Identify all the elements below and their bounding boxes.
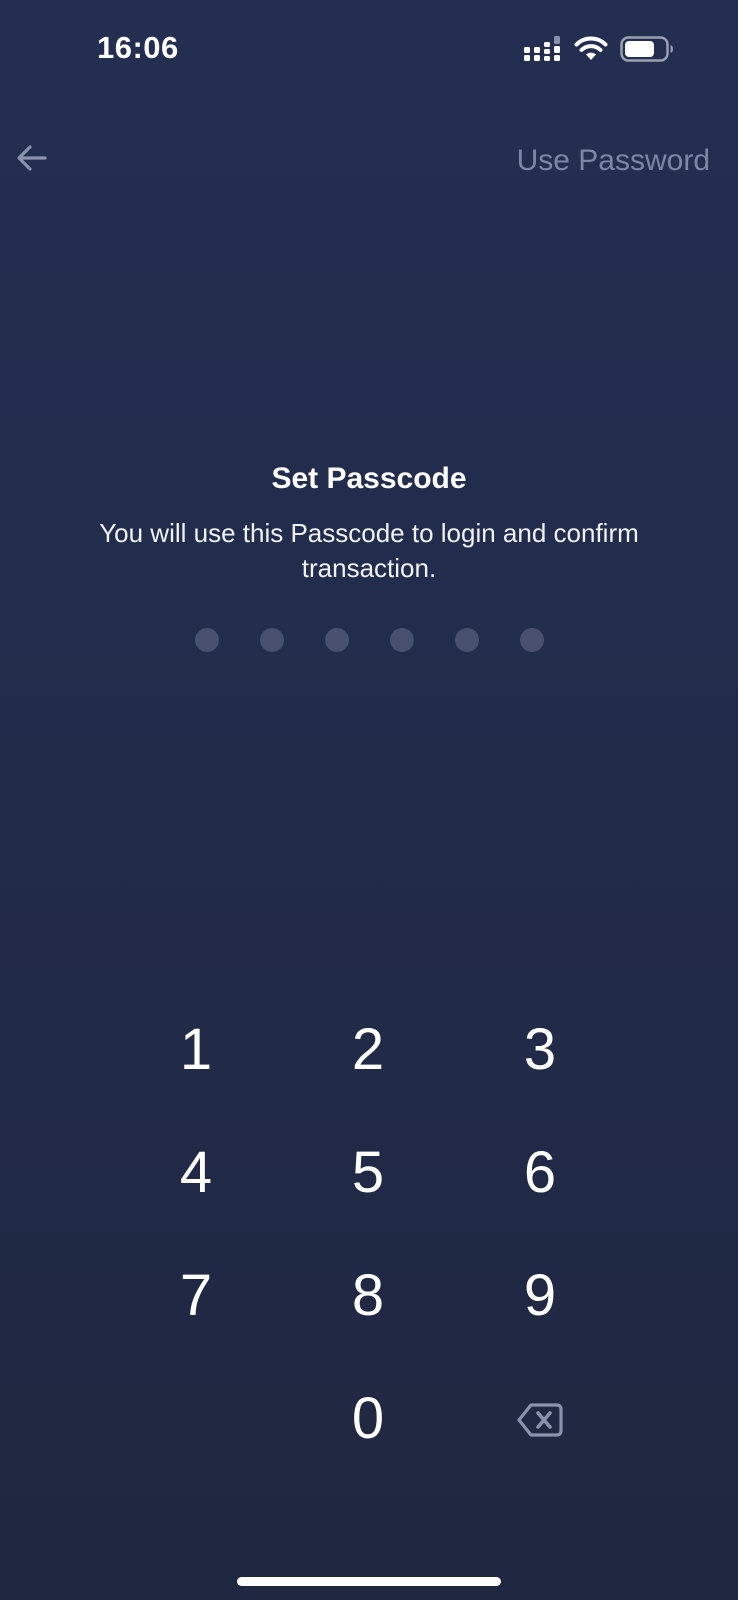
keypad-key-6[interactable]: 6 xyxy=(454,1111,626,1234)
passcode-dots xyxy=(0,628,738,652)
keypad-key-2[interactable]: 2 xyxy=(282,988,454,1111)
keypad-key-3[interactable]: 3 xyxy=(454,988,626,1111)
signal-icon xyxy=(524,36,562,62)
number-keypad: 123 456 7890 xyxy=(110,988,626,1480)
keypad-key-0[interactable]: 0 xyxy=(282,1357,454,1480)
status-time: 16:06 xyxy=(97,30,179,65)
backspace-button[interactable] xyxy=(454,1357,626,1480)
backspace-icon xyxy=(517,1385,563,1452)
keypad-key-1[interactable]: 1 xyxy=(110,988,282,1111)
battery-icon xyxy=(620,36,674,62)
passcode-header: Set Passcode You will use this Passcode … xyxy=(0,462,738,586)
page-subtitle: You will use this Passcode to login and … xyxy=(99,518,639,583)
arrow-left-icon xyxy=(16,144,48,177)
passcode-dot xyxy=(454,628,479,652)
passcode-dot xyxy=(324,628,349,652)
page-title: Set Passcode xyxy=(271,462,467,495)
use-password-link[interactable]: Use Password xyxy=(517,144,710,178)
keypad-key-7[interactable]: 7 xyxy=(110,1234,282,1357)
keypad-empty-slot xyxy=(110,1357,282,1480)
passcode-dot xyxy=(389,628,414,652)
keypad-key-5[interactable]: 5 xyxy=(282,1111,454,1234)
keypad-key-9[interactable]: 9 xyxy=(454,1234,626,1357)
keypad-key-4[interactable]: 4 xyxy=(110,1111,282,1234)
wifi-icon xyxy=(574,36,608,62)
back-button[interactable] xyxy=(10,138,54,182)
nav-bar: Use Password xyxy=(0,130,738,194)
status-bar: 16:06 xyxy=(0,0,738,100)
home-indicator xyxy=(237,1577,501,1586)
passcode-dot xyxy=(194,628,219,652)
passcode-dot xyxy=(519,628,544,652)
status-icons xyxy=(524,36,674,62)
keypad-key-8[interactable]: 8 xyxy=(282,1234,454,1357)
passcode-dot xyxy=(259,628,284,652)
